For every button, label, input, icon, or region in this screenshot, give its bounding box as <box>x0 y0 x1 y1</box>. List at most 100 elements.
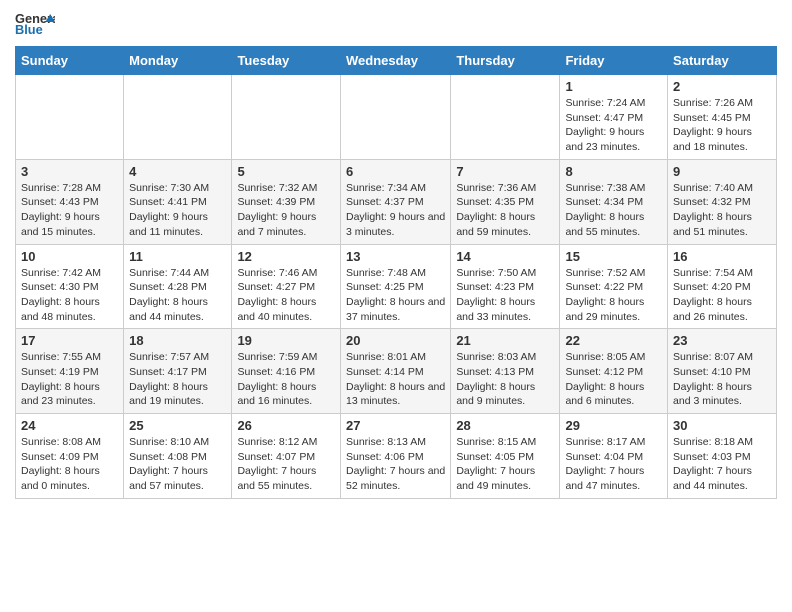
weekday-header-tuesday: Tuesday <box>232 47 341 75</box>
calendar-cell: 14 Sunrise: 7:50 AMSunset: 4:23 PMDayligh… <box>451 244 560 329</box>
day-number: 1 <box>565 79 662 94</box>
weekday-header-wednesday: Wednesday <box>340 47 450 75</box>
day-number: 5 <box>237 164 335 179</box>
day-number: 13 <box>346 249 445 264</box>
calendar-cell: 30 Sunrise: 8:18 AMSunset: 4:03 PMDayligh… <box>668 414 777 499</box>
day-number: 19 <box>237 333 335 348</box>
day-number: 27 <box>346 418 445 433</box>
calendar-cell: 1 Sunrise: 7:24 AMSunset: 4:47 PMDaylight… <box>560 75 668 160</box>
day-number: 12 <box>237 249 335 264</box>
day-info: Sunrise: 7:38 AMSunset: 4:34 PMDaylight:… <box>565 181 662 240</box>
svg-text:Blue: Blue <box>15 22 43 37</box>
calendar-cell: 10 Sunrise: 7:42 AMSunset: 4:30 PMDayligh… <box>16 244 124 329</box>
day-number: 7 <box>456 164 554 179</box>
day-number: 23 <box>673 333 771 348</box>
day-info: Sunrise: 7:48 AMSunset: 4:25 PMDaylight:… <box>346 266 445 325</box>
day-number: 17 <box>21 333 118 348</box>
calendar-cell: 23Sunrise: 8:07 AMSunset: 4:10 PMDayligh… <box>668 329 777 414</box>
calendar-cell <box>124 75 232 160</box>
day-info: Sunrise: 7:54 AMSunset: 4:20 PMDaylight:… <box>673 266 771 325</box>
day-number: 26 <box>237 418 335 433</box>
calendar-cell <box>451 75 560 160</box>
day-info: Sunrise: 7:36 AMSunset: 4:35 PMDaylight:… <box>456 181 554 240</box>
calendar-cell <box>340 75 450 160</box>
weekday-header-saturday: Saturday <box>668 47 777 75</box>
day-info: Sunrise: 7:42 AMSunset: 4:30 PMDaylight:… <box>21 266 118 325</box>
day-info: Sunrise: 7:46 AMSunset: 4:27 PMDaylight:… <box>237 266 335 325</box>
calendar-cell: 15 Sunrise: 7:52 AMSunset: 4:22 PMDayligh… <box>560 244 668 329</box>
calendar-week-row: 3 Sunrise: 7:28 AMSunset: 4:43 PMDaylight… <box>16 159 777 244</box>
calendar-cell: 27 Sunrise: 8:13 AMSunset: 4:06 PMDayligh… <box>340 414 450 499</box>
calendar-week-row: 10 Sunrise: 7:42 AMSunset: 4:30 PMDayligh… <box>16 244 777 329</box>
day-info: Sunrise: 7:30 AMSunset: 4:41 PMDaylight:… <box>129 181 226 240</box>
day-info: Sunrise: 8:18 AMSunset: 4:03 PMDaylight:… <box>673 435 771 494</box>
calendar-cell: 9 Sunrise: 7:40 AMSunset: 4:32 PMDaylight… <box>668 159 777 244</box>
day-info: Sunrise: 8:12 AMSunset: 4:07 PMDaylight:… <box>237 435 335 494</box>
day-info: Sunrise: 7:24 AMSunset: 4:47 PMDaylight:… <box>565 96 662 155</box>
calendar-cell: 17 Sunrise: 7:55 AMSunset: 4:19 PMDayligh… <box>16 329 124 414</box>
day-number: 25 <box>129 418 226 433</box>
day-info: Sunrise: 7:52 AMSunset: 4:22 PMDaylight:… <box>565 266 662 325</box>
day-number: 9 <box>673 164 771 179</box>
day-info: Sunrise: 7:55 AMSunset: 4:19 PMDaylight:… <box>21 350 118 409</box>
day-number: 30 <box>673 418 771 433</box>
calendar-cell: 8 Sunrise: 7:38 AMSunset: 4:34 PMDaylight… <box>560 159 668 244</box>
day-number: 6 <box>346 164 445 179</box>
day-info: Sunrise: 7:44 AMSunset: 4:28 PMDaylight:… <box>129 266 226 325</box>
day-info: Sunrise: 8:17 AMSunset: 4:04 PMDaylight:… <box>565 435 662 494</box>
calendar-cell: 4 Sunrise: 7:30 AMSunset: 4:41 PMDaylight… <box>124 159 232 244</box>
calendar-cell: 20Sunrise: 8:01 AMSunset: 4:14 PMDayligh… <box>340 329 450 414</box>
calendar-cell: 24Sunrise: 8:08 AMSunset: 4:09 PMDayligh… <box>16 414 124 499</box>
day-info: Sunrise: 8:13 AMSunset: 4:06 PMDaylight:… <box>346 435 445 494</box>
day-info: Sunrise: 7:57 AMSunset: 4:17 PMDaylight:… <box>129 350 226 409</box>
calendar-cell: 18 Sunrise: 7:57 AMSunset: 4:17 PMDayligh… <box>124 329 232 414</box>
logo: General Blue <box>15 10 55 40</box>
calendar-cell <box>232 75 341 160</box>
day-info: Sunrise: 8:05 AMSunset: 4:12 PMDaylight:… <box>565 350 662 409</box>
calendar-week-row: 24Sunrise: 8:08 AMSunset: 4:09 PMDayligh… <box>16 414 777 499</box>
day-number: 4 <box>129 164 226 179</box>
weekday-header-sunday: Sunday <box>16 47 124 75</box>
calendar-cell: 5 Sunrise: 7:32 AMSunset: 4:39 PMDaylight… <box>232 159 341 244</box>
calendar-cell: 12 Sunrise: 7:46 AMSunset: 4:27 PMDayligh… <box>232 244 341 329</box>
page-header: General Blue <box>15 10 777 40</box>
day-info: Sunrise: 8:01 AMSunset: 4:14 PMDaylight:… <box>346 350 445 409</box>
day-number: 14 <box>456 249 554 264</box>
day-number: 15 <box>565 249 662 264</box>
calendar-cell <box>16 75 124 160</box>
calendar-cell: 13 Sunrise: 7:48 AMSunset: 4:25 PMDayligh… <box>340 244 450 329</box>
calendar-header-row: SundayMondayTuesdayWednesdayThursdayFrid… <box>16 47 777 75</box>
day-number: 21 <box>456 333 554 348</box>
day-number: 3 <box>21 164 118 179</box>
calendar-cell: 28 Sunrise: 8:15 AMSunset: 4:05 PMDayligh… <box>451 414 560 499</box>
day-info: Sunrise: 7:40 AMSunset: 4:32 PMDaylight:… <box>673 181 771 240</box>
logo-icon: General Blue <box>15 10 55 38</box>
day-number: 29 <box>565 418 662 433</box>
weekday-header-thursday: Thursday <box>451 47 560 75</box>
day-info: Sunrise: 7:59 AMSunset: 4:16 PMDaylight:… <box>237 350 335 409</box>
day-number: 8 <box>565 164 662 179</box>
day-number: 16 <box>673 249 771 264</box>
calendar-week-row: 1 Sunrise: 7:24 AMSunset: 4:47 PMDaylight… <box>16 75 777 160</box>
day-number: 10 <box>21 249 118 264</box>
calendar-cell: 25Sunrise: 8:10 AMSunset: 4:08 PMDayligh… <box>124 414 232 499</box>
calendar-cell: 19 Sunrise: 7:59 AMSunset: 4:16 PMDayligh… <box>232 329 341 414</box>
day-info: Sunrise: 7:26 AMSunset: 4:45 PMDaylight:… <box>673 96 771 155</box>
day-info: Sunrise: 8:15 AMSunset: 4:05 PMDaylight:… <box>456 435 554 494</box>
day-number: 2 <box>673 79 771 94</box>
weekday-header-friday: Friday <box>560 47 668 75</box>
calendar-cell: 3 Sunrise: 7:28 AMSunset: 4:43 PMDaylight… <box>16 159 124 244</box>
day-number: 28 <box>456 418 554 433</box>
day-info: Sunrise: 7:28 AMSunset: 4:43 PMDaylight:… <box>21 181 118 240</box>
day-number: 18 <box>129 333 226 348</box>
calendar-cell: 21 Sunrise: 8:03 AMSunset: 4:13 PMDayligh… <box>451 329 560 414</box>
day-number: 11 <box>129 249 226 264</box>
day-info: Sunrise: 7:32 AMSunset: 4:39 PMDaylight:… <box>237 181 335 240</box>
calendar-cell: 29 Sunrise: 8:17 AMSunset: 4:04 PMDayligh… <box>560 414 668 499</box>
day-info: Sunrise: 8:03 AMSunset: 4:13 PMDaylight:… <box>456 350 554 409</box>
day-info: Sunrise: 7:50 AMSunset: 4:23 PMDaylight:… <box>456 266 554 325</box>
day-number: 24 <box>21 418 118 433</box>
calendar-cell: 6Sunrise: 7:34 AMSunset: 4:37 PMDaylight… <box>340 159 450 244</box>
calendar-cell: 22Sunrise: 8:05 AMSunset: 4:12 PMDayligh… <box>560 329 668 414</box>
calendar-cell: 16 Sunrise: 7:54 AMSunset: 4:20 PMDayligh… <box>668 244 777 329</box>
